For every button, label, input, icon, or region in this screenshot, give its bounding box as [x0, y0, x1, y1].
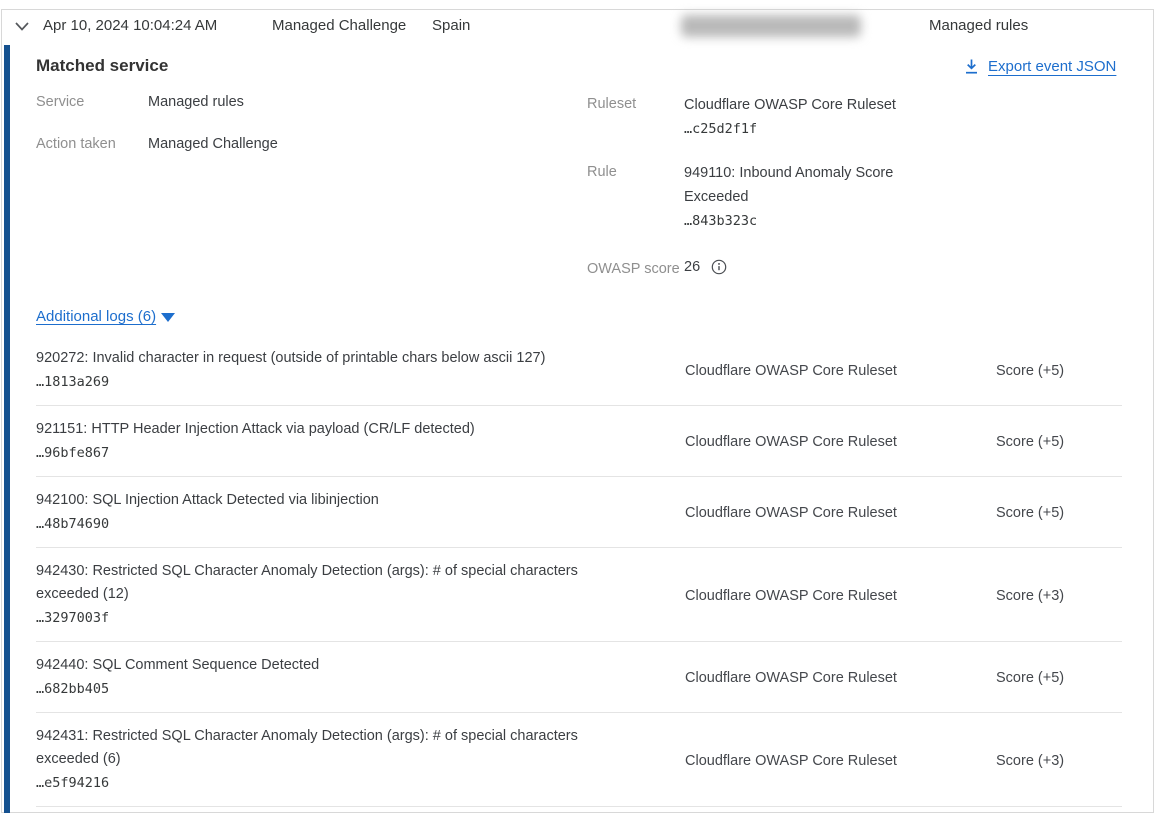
export-link-label: Export event JSON: [988, 58, 1116, 75]
log-description: 942440: SQL Comment Sequence Detected: [36, 657, 319, 673]
panel-title: Matched service: [36, 56, 168, 76]
action-taken-label: Action taken: [36, 136, 116, 152]
additional-logs-toggle[interactable]: Additional logs (6): [36, 308, 175, 325]
table-top-border: [1, 9, 1153, 10]
log-row: 942440: SQL Comment Sequence Detected …6…: [36, 642, 1122, 713]
ruleset-value: Cloudflare OWASP Core Ruleset …c25d2f1f: [684, 93, 934, 141]
event-action: Managed Challenge: [272, 17, 406, 34]
service-value: Managed rules: [148, 94, 244, 110]
log-description: 942430: Restricted SQL Character Anomaly…: [36, 563, 578, 602]
owasp-score-row: 26: [684, 259, 727, 275]
ruleset-name: Cloudflare OWASP Core Ruleset: [684, 97, 896, 113]
log-row: 920272: Invalid character in request (ou…: [36, 344, 1122, 406]
log-score: Score (+5): [996, 434, 1122, 450]
log-description-cell: 921151: HTTP Header Injection Attack via…: [36, 418, 649, 466]
event-service: Managed rules: [929, 17, 1028, 34]
log-ruleset: Cloudflare OWASP Core Ruleset: [649, 753, 996, 769]
rule-id: …843b323c: [684, 213, 757, 229]
log-ruleset: Cloudflare OWASP Core Ruleset: [649, 588, 996, 604]
log-ruleset: Cloudflare OWASP Core Ruleset: [649, 670, 996, 686]
log-description: 942431: Restricted SQL Character Anomaly…: [36, 728, 578, 767]
log-row: 942430: Restricted SQL Character Anomaly…: [36, 548, 1122, 642]
event-country: Spain: [432, 17, 470, 34]
log-rule-id: …1813a269: [36, 370, 629, 395]
chevron-down-icon[interactable]: [13, 18, 31, 34]
ruleset-id: …c25d2f1f: [684, 121, 757, 137]
log-row: 942100: SQL Injection Attack Detected vi…: [36, 477, 1122, 548]
log-rule-id: …682bb405: [36, 677, 629, 702]
expanded-row-accent-bar: [4, 45, 10, 813]
action-taken-value: Managed Challenge: [148, 136, 278, 152]
table-right-border: [1153, 9, 1154, 813]
log-description-cell: 942440: SQL Comment Sequence Detected …6…: [36, 654, 649, 702]
info-icon[interactable]: [711, 259, 727, 275]
log-score: Score (+3): [996, 753, 1122, 769]
log-row: 921151: HTTP Header Injection Attack via…: [36, 406, 1122, 477]
rule-value: 949110: Inbound Anomaly Score Exceeded ……: [684, 161, 934, 233]
additional-logs-label: Additional logs (6): [36, 308, 156, 325]
owasp-score-label: OWASP score: [587, 261, 680, 277]
log-description-cell: 942100: SQL Injection Attack Detected vi…: [36, 489, 649, 537]
event-timestamp: Apr 10, 2024 10:04:24 AM: [43, 17, 217, 34]
download-icon: [964, 58, 979, 75]
owasp-score-value: 26: [684, 259, 700, 275]
redacted-value-blur: [681, 15, 861, 37]
log-ruleset: Cloudflare OWASP Core Ruleset: [649, 363, 996, 379]
rule-name: 949110: Inbound Anomaly Score Exceeded: [684, 165, 893, 205]
log-row: 942431: Restricted SQL Character Anomaly…: [36, 713, 1122, 807]
additional-logs-table: 920272: Invalid character in request (ou…: [36, 344, 1122, 807]
event-detail-screen: Apr 10, 2024 10:04:24 AM Managed Challen…: [0, 0, 1160, 818]
log-description: 920272: Invalid character in request (ou…: [36, 350, 545, 366]
caret-down-icon: [161, 313, 175, 322]
export-event-json-link[interactable]: Export event JSON: [964, 58, 1116, 75]
log-rule-id: …96bfe867: [36, 441, 629, 466]
log-score: Score (+5): [996, 505, 1122, 521]
log-rule-id: …48b74690: [36, 512, 629, 537]
table-left-border: [1, 9, 2, 813]
ruleset-label: Ruleset: [587, 96, 636, 112]
log-score: Score (+3): [996, 588, 1122, 604]
log-ruleset: Cloudflare OWASP Core Ruleset: [649, 505, 996, 521]
log-description-cell: 920272: Invalid character in request (ou…: [36, 347, 649, 395]
log-rule-id: …3297003f: [36, 606, 629, 631]
table-bottom-border: [1, 812, 1153, 813]
log-description-cell: 942431: Restricted SQL Character Anomaly…: [36, 725, 649, 796]
log-ruleset: Cloudflare OWASP Core Ruleset: [649, 434, 996, 450]
log-description-cell: 942430: Restricted SQL Character Anomaly…: [36, 560, 649, 631]
service-label: Service: [36, 94, 84, 110]
log-description: 942100: SQL Injection Attack Detected vi…: [36, 492, 379, 508]
log-score: Score (+5): [996, 670, 1122, 686]
log-rule-id: …e5f94216: [36, 771, 629, 796]
rule-label: Rule: [587, 164, 617, 180]
log-score: Score (+5): [996, 363, 1122, 379]
log-description: 921151: HTTP Header Injection Attack via…: [36, 421, 475, 437]
